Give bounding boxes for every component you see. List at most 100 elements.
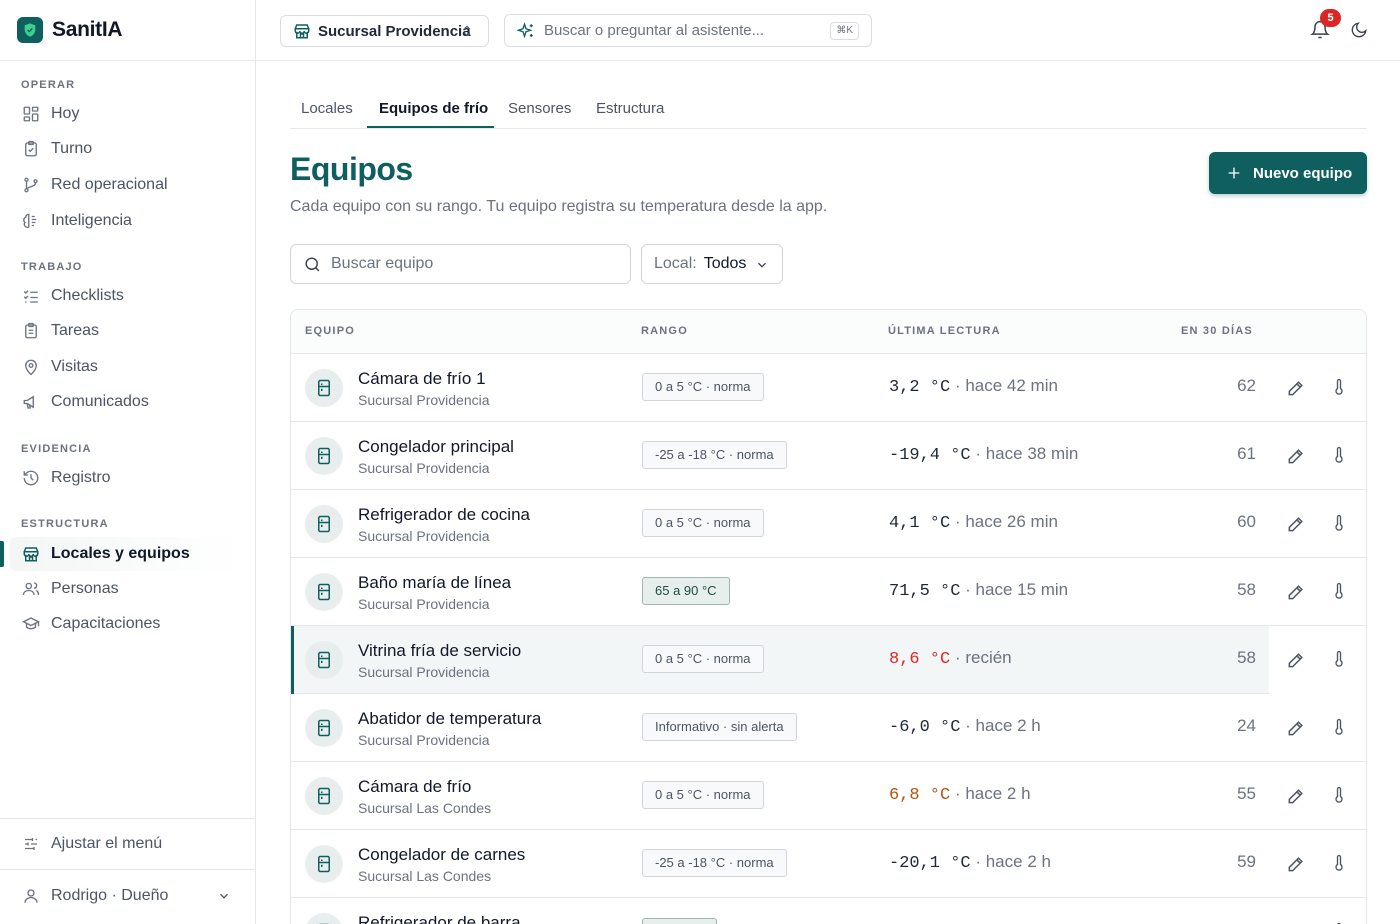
tab-sensores[interactable]: Sensores — [508, 100, 571, 117]
reading-time: · hace 15 min — [960, 580, 1069, 599]
sidebar-item-hoy[interactable]: Hoy — [10, 97, 240, 131]
pencil-icon[interactable] — [1286, 378, 1306, 398]
sidebar-item-turno[interactable]: Turno — [10, 132, 240, 166]
temperature-value: 3,2 °C — [889, 378, 951, 397]
tab-equipos-de-frio[interactable]: Equipos de frío — [379, 100, 488, 117]
pencil-icon[interactable] — [1286, 582, 1306, 602]
sidebar-item-locales-y-equipos[interactable]: Locales y equipos — [10, 537, 240, 571]
equipment-name[interactable]: Congelador de carnes — [358, 845, 525, 865]
local-filter-select[interactable]: Local: Todos — [641, 244, 783, 284]
equipment-location: Sucursal Providencia — [358, 392, 490, 408]
sidebar-item-tareas[interactable]: Tareas — [10, 314, 240, 348]
adjust-menu-button[interactable]: Ajustar el menú — [10, 827, 240, 861]
table-row[interactable]: Congelador de carnes Sucursal Las Condes -… — [291, 830, 1366, 898]
new-equipment-label: Nuevo equipo — [1253, 164, 1353, 182]
equipment-search-input[interactable]: Buscar equipo — [290, 244, 631, 284]
shield-check-icon — [17, 17, 43, 43]
store-icon — [23, 547, 39, 562]
thermometer-icon[interactable] — [1330, 718, 1348, 738]
sidebar-item-label: Capacitaciones — [51, 615, 161, 632]
table-row[interactable]: Refrigerador de cocina Sucursal Providenc… — [291, 490, 1366, 558]
equipment-location: Sucursal Providencia — [358, 460, 490, 476]
readings-count: 58 — [1237, 580, 1256, 599]
equipment-location: Sucursal Providencia — [358, 732, 490, 748]
readings-count: 60 — [1237, 512, 1256, 531]
equipment-name[interactable]: Refrigerador de barra — [358, 913, 521, 924]
sidebar-item-label: Tareas — [51, 322, 100, 339]
range-badge: 0 a 5 °C · norma — [642, 781, 764, 809]
pencil-icon[interactable] — [1286, 854, 1306, 874]
pencil-icon[interactable] — [1286, 718, 1306, 738]
equipment-name[interactable]: Abatidor de temperatura — [358, 709, 541, 729]
table-row[interactable]: Cámara de frío Sucursal Las Condes 0 a 5 °… — [291, 762, 1366, 830]
new-equipment-button[interactable]: Nuevo equipo — [1209, 152, 1367, 194]
header-rango: RANGO — [641, 325, 688, 337]
equipment-location: Sucursal Las Condes — [358, 800, 492, 816]
chevron-up-down-icon — [463, 25, 471, 37]
range-badge: 0 a 5 °C · norma — [642, 373, 764, 401]
table-row[interactable]: Cámara de frío 1 Sucursal Providencia 0 a … — [291, 354, 1366, 422]
temperature-value: 8,6 °C — [889, 650, 951, 669]
equipment-name[interactable]: Cámara de frío 1 — [358, 369, 486, 389]
fridge-icon — [305, 641, 343, 679]
fridge-icon — [305, 709, 343, 747]
pencil-icon[interactable] — [1286, 514, 1306, 534]
fridge-icon — [305, 437, 343, 475]
assistant-search-input[interactable]: Buscar o preguntar al asistente... ⌘K — [504, 14, 872, 47]
temperature-value: -19,4 °C — [889, 446, 971, 465]
table-row[interactable]: Vitrina fría de servicio Sucursal Provide… — [291, 626, 1366, 694]
thermometer-icon[interactable] — [1330, 786, 1348, 806]
reading-time: · hace 42 min — [950, 376, 1058, 395]
equipment-location: Sucursal Providencia — [358, 664, 490, 680]
moon-icon[interactable] — [1350, 21, 1368, 39]
pencil-icon[interactable] — [1286, 446, 1306, 466]
clipboard-icon — [25, 140, 37, 157]
chevron-down-icon — [758, 262, 766, 268]
equipment-name[interactable]: Baño maría de línea — [358, 573, 511, 593]
table-row[interactable]: Congelador principal Sucursal Providencia… — [291, 422, 1366, 490]
sidebar-item-checklists[interactable]: Checklists — [10, 279, 240, 313]
readings-count: 55 — [1237, 784, 1256, 803]
sidebar-item-red-operacional[interactable]: Red operacional — [10, 168, 240, 202]
sidebar-item-visitas[interactable]: Visitas — [10, 350, 240, 384]
history-icon — [23, 470, 39, 486]
readings-count: 61 — [1237, 444, 1256, 463]
topbar: Sucursal Providencia Buscar o preguntar … — [256, 0, 1400, 61]
equipment-name[interactable]: Refrigerador de cocina — [358, 505, 530, 525]
temperature-value: 71,5 °C — [889, 582, 961, 601]
thermometer-icon[interactable] — [1330, 514, 1348, 534]
thermometer-icon[interactable] — [1330, 378, 1348, 398]
thermometer-icon[interactable] — [1330, 582, 1348, 602]
brand[interactable]: SanitIA — [0, 0, 255, 61]
tab-locales[interactable]: Locales — [301, 100, 353, 117]
user-menu[interactable]: Rodrigo · Dueño — [10, 879, 240, 913]
reading-time: · hace 26 min — [950, 512, 1058, 531]
thermometer-icon[interactable] — [1330, 854, 1348, 874]
branch-selector[interactable]: Sucursal Providencia — [280, 15, 489, 47]
sidebar-item-label: Comunicados — [51, 393, 149, 410]
sidebar-item-registro[interactable]: Registro — [10, 461, 240, 495]
table-row[interactable]: Baño maría de línea Sucursal Providencia 6… — [291, 558, 1366, 626]
sidebar-item-personas[interactable]: Personas — [10, 572, 240, 606]
last-reading: 8,6 °C · recién — [889, 648, 1012, 669]
pencil-icon[interactable] — [1286, 650, 1306, 670]
last-reading: -6,0 °C · hace 2 h — [889, 716, 1041, 737]
tab-estructura[interactable]: Estructura — [596, 100, 664, 117]
thermometer-icon[interactable] — [1330, 446, 1348, 466]
table-row[interactable]: Abatidor de temperatura Sucursal Providen… — [291, 694, 1366, 762]
thermometer-icon[interactable] — [1330, 650, 1348, 670]
sidebar-item-inteligencia[interactable]: Inteligencia — [10, 204, 240, 238]
readings-count: 58 — [1237, 648, 1256, 667]
highlight-bar — [291, 626, 294, 694]
table-row[interactable]: Refrigerador de barra — [291, 898, 1366, 924]
last-reading: 71,5 °C · hace 15 min — [889, 580, 1068, 601]
sidebar-item-comunicados[interactable]: Comunicados — [10, 385, 240, 419]
equipment-name[interactable]: Vitrina fría de servicio — [358, 641, 521, 661]
reading-time: · hace 38 min — [970, 444, 1079, 463]
pencil-icon[interactable] — [1286, 786, 1306, 806]
equipment-name[interactable]: Cámara de frío — [358, 777, 471, 797]
header-ultima-lectura: ÚLTIMA LECTURA — [888, 325, 1001, 337]
sidebar-item-capacitaciones[interactable]: Capacitaciones — [10, 607, 240, 641]
equipment-name[interactable]: Congelador principal — [358, 437, 514, 457]
sidebar-item-label: Inteligencia — [51, 212, 132, 229]
